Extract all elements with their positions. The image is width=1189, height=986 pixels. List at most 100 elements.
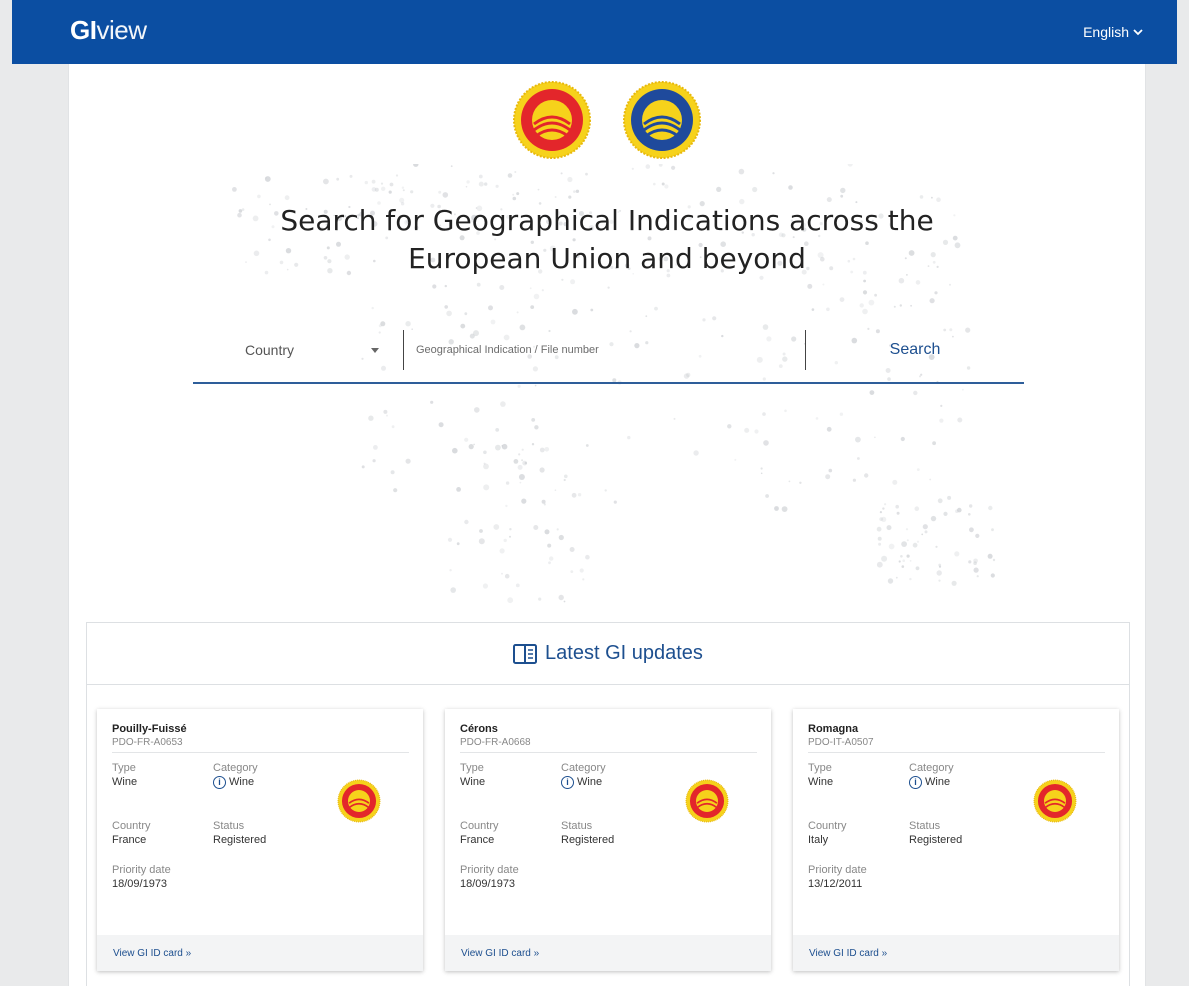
map-dot	[465, 185, 468, 188]
info-icon[interactable]: i	[561, 775, 574, 789]
map-dot	[877, 536, 882, 541]
map-dot	[909, 560, 912, 562]
map-dot	[495, 184, 499, 188]
map-dot	[548, 561, 551, 565]
gi-card: Pouilly-Fuissé PDO-FR-A0653 Type Wine Cat…	[97, 709, 423, 971]
map-dot	[371, 187, 377, 192]
chevron-down-icon	[1133, 28, 1143, 35]
map-dot	[504, 573, 510, 579]
map-dot	[734, 458, 737, 461]
map-dot	[905, 528, 909, 531]
map-dot	[590, 308, 594, 312]
map-dot	[410, 190, 414, 194]
map-dot	[364, 180, 368, 185]
map-dot	[862, 308, 868, 315]
view-gi-card-link[interactable]: View GI ID card »	[809, 948, 887, 959]
map-dot	[561, 278, 564, 281]
map-dot	[521, 448, 524, 451]
country-label: Country	[245, 342, 295, 358]
map-dot	[826, 426, 832, 432]
map-dot	[405, 458, 411, 464]
giview-logo[interactable]: GI view	[70, 15, 147, 46]
map-dot	[969, 527, 974, 533]
map-dot	[906, 539, 909, 542]
map-dot	[807, 283, 813, 289]
map-dot	[474, 407, 480, 413]
priority-date-label: Priority date	[460, 864, 519, 876]
map-dot	[393, 488, 398, 493]
map-dot	[539, 467, 545, 473]
map-dot	[815, 417, 819, 420]
map-dot	[929, 478, 932, 481]
map-dot	[671, 165, 676, 170]
map-dot	[544, 529, 550, 535]
info-icon[interactable]: i	[909, 775, 922, 789]
map-dot	[533, 525, 539, 530]
map-dot	[935, 545, 938, 548]
language-selector[interactable]: English	[1083, 24, 1143, 40]
book-icon	[513, 643, 538, 664]
map-dot	[910, 304, 912, 307]
map-dot	[654, 306, 658, 311]
language-label: English	[1083, 24, 1129, 40]
map-dot	[509, 528, 512, 531]
map-dot	[380, 182, 384, 185]
map-dot	[919, 195, 924, 199]
map-dot	[389, 182, 394, 187]
map-dot	[645, 164, 651, 169]
map-dot	[825, 474, 831, 480]
gi-search-input[interactable]	[404, 330, 805, 370]
map-dot	[568, 195, 572, 199]
latest-updates-title: Latest GI updates	[545, 642, 703, 664]
map-dot	[992, 558, 996, 562]
map-dot	[556, 528, 559, 531]
view-gi-card-link[interactable]: View GI ID card »	[461, 948, 539, 959]
map-dot	[401, 186, 405, 189]
search-button[interactable]: Search	[806, 318, 1024, 382]
map-dot	[573, 190, 576, 193]
type-value: Wine	[460, 776, 486, 788]
map-dot	[585, 444, 589, 447]
info-icon[interactable]: i	[213, 775, 226, 789]
map-dot	[534, 425, 539, 430]
map-dot	[452, 447, 458, 454]
map-dot	[727, 424, 732, 429]
map-dot	[988, 505, 993, 511]
map-dot	[505, 504, 508, 508]
map-dot	[514, 171, 517, 173]
map-dot	[575, 189, 580, 193]
country-dropdown[interactable]: Country	[193, 318, 403, 382]
map-dot	[483, 462, 486, 465]
map-dot	[938, 579, 941, 582]
map-dot	[571, 492, 577, 498]
map-dot	[938, 563, 942, 567]
map-dot	[774, 506, 779, 511]
map-dot	[554, 489, 557, 492]
map-dot	[541, 289, 544, 292]
map-dot	[464, 437, 469, 442]
map-dot	[466, 180, 470, 184]
map-dot	[954, 551, 960, 557]
map-dot	[530, 305, 535, 309]
map-dot	[456, 487, 461, 492]
status-value: Registered	[561, 834, 615, 846]
gi-card-name: Pouilly-Fuissé	[112, 723, 187, 735]
map-dot	[937, 498, 943, 504]
map-dot	[878, 542, 882, 546]
map-dot	[572, 308, 578, 315]
map-dot	[924, 530, 928, 534]
map-dot	[512, 196, 517, 201]
map-dot	[539, 447, 545, 453]
map-dot	[349, 174, 353, 178]
page-background-left	[0, 0, 70, 986]
map-dot	[501, 444, 504, 447]
map-dot	[899, 304, 902, 307]
map-dot	[495, 444, 501, 451]
top-navbar: GI view English	[12, 0, 1177, 64]
map-dot	[371, 179, 376, 184]
map-dot	[558, 534, 564, 541]
type-value: Wine	[808, 776, 834, 788]
map-dot	[886, 525, 892, 531]
view-gi-card-link[interactable]: View GI ID card »	[113, 948, 191, 959]
status-label: Status	[213, 820, 245, 832]
